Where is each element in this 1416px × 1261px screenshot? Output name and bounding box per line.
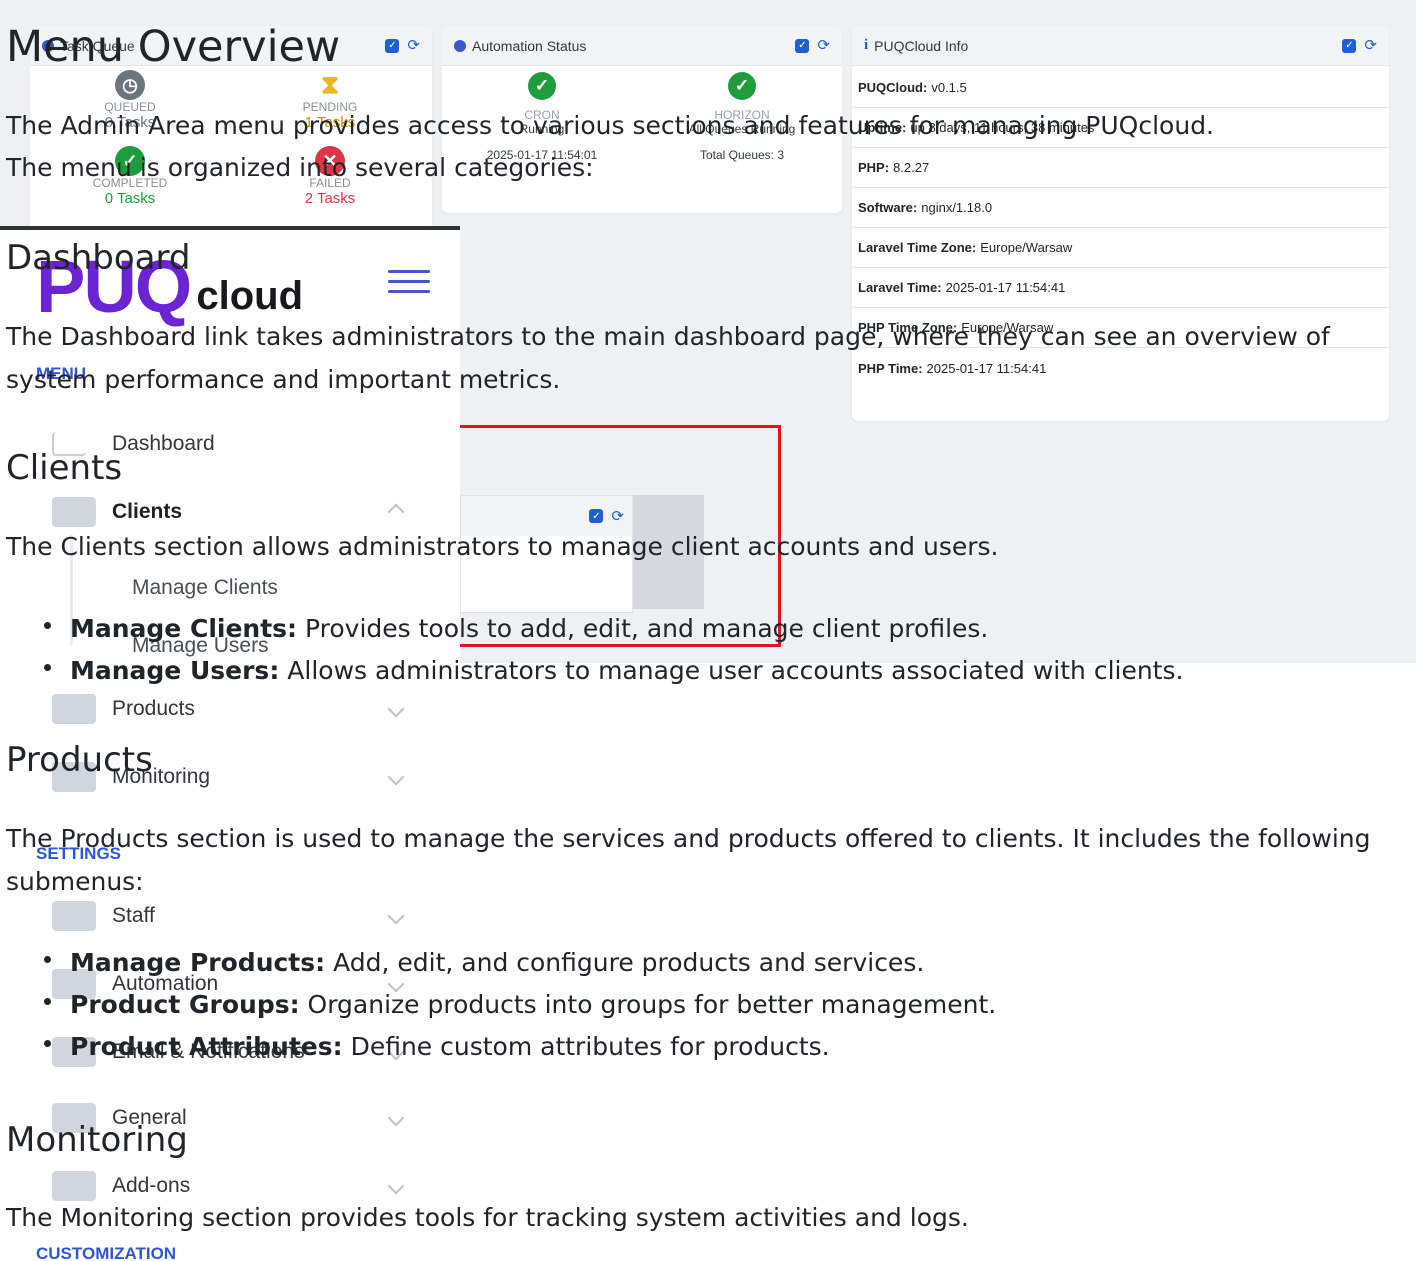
monitoring-text: The Monitoring section provides tools fo…: [6, 1203, 969, 1232]
list-item: Manage Users: Allows administrators to m…: [44, 650, 1404, 692]
documentation: Menu Overview The Admin Area menu provid…: [0, 0, 1416, 1261]
dashboard-text: The Dashboard link takes administrators …: [6, 322, 1330, 394]
page-title: Menu Overview: [6, 22, 341, 72]
list-item: Product Attributes: Define custom attrib…: [44, 1026, 1404, 1068]
products-text: The Products section is used to manage t…: [6, 824, 1371, 896]
intro-text-1: The Admin Area menu provides access to v…: [6, 111, 1215, 140]
monitoring-heading: Monitoring: [6, 1120, 188, 1160]
clients-text: The Clients section allows administrator…: [6, 532, 999, 561]
list-item: Manage Products: Add, edit, and configur…: [44, 942, 1404, 984]
list-item: Manage Clients: Provides tools to add, e…: [44, 608, 1404, 650]
products-list: Manage Products: Add, edit, and configur…: [44, 942, 1404, 1068]
clients-heading: Clients: [6, 448, 123, 488]
list-item: Product Groups: Organize products into g…: [44, 984, 1404, 1026]
products-heading: Products: [6, 740, 153, 780]
intro-text-2: The menu is organized into several categ…: [6, 153, 594, 182]
dashboard-heading: Dashboard: [6, 238, 191, 278]
clients-list: Manage Clients: Provides tools to add, e…: [44, 608, 1404, 692]
